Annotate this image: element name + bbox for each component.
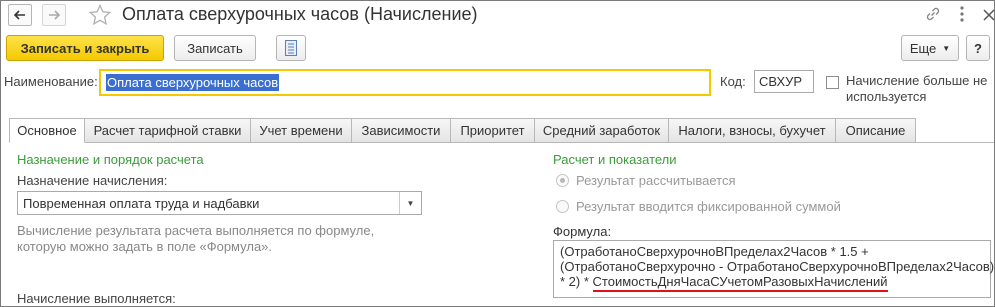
right-section-title: Расчет и показатели — [553, 152, 677, 167]
tab-dependencies[interactable]: Зависимости — [352, 118, 451, 143]
purpose-select-value: Повременная оплата труда и надбавки — [23, 195, 260, 211]
tab-average-earnings[interactable]: Средний заработок — [535, 118, 669, 143]
formula-hint: Вычисление результата расчета выполняетс… — [17, 223, 374, 255]
executes-label: Начисление выполняется: — [17, 291, 176, 306]
unused-checkbox[interactable] — [826, 76, 839, 89]
radio-computed-dot — [560, 178, 565, 183]
help-button[interactable]: ? — [966, 35, 990, 61]
code-label: Код: — [720, 74, 746, 89]
tab-description[interactable]: Описание — [836, 118, 916, 143]
formula-line2: (ОтработаноСверхурочно - ОтработаноСверх… — [560, 259, 995, 274]
favorite-star-icon[interactable] — [88, 3, 112, 30]
document-list-icon — [285, 40, 297, 56]
formula-label: Формула: — [553, 224, 612, 239]
formula-line1: (ОтработаноСверхурочноВПределах2Часов * … — [560, 244, 869, 259]
formula-line3-prefix: * 2) * — [560, 274, 593, 289]
formula-highlighted-term: СтоимостьДняЧасаСУчетомРазовыхНачислений — [592, 274, 888, 292]
close-icon[interactable] — [983, 9, 995, 24]
purpose-label: Назначение начисления: — [17, 173, 168, 188]
name-input-value: Оплата сверхурочных часов — [106, 74, 280, 91]
dropdown-arrow-icon: ▼ — [942, 43, 951, 53]
more-menu-button[interactable]: Еще ▼ — [901, 35, 959, 61]
tab-main[interactable]: Основное — [9, 118, 85, 143]
back-button[interactable] — [8, 4, 32, 26]
link-icon[interactable] — [924, 5, 942, 26]
document-button[interactable] — [276, 35, 306, 61]
tab-tariff-rate[interactable]: Расчет тарифной ставки — [85, 118, 251, 143]
arrow-right-icon — [49, 10, 60, 20]
code-input[interactable]: СВХУР — [754, 70, 814, 93]
arrow-left-icon — [14, 10, 25, 20]
name-label: Наименование: — [4, 74, 98, 89]
select-arrow-icon[interactable]: ▼ — [399, 192, 421, 214]
save-button[interactable]: Записать — [174, 35, 256, 61]
tab-taxes[interactable]: Налоги, взносы, бухучет — [669, 118, 836, 143]
tab-bar: Основное Расчет тарифной ставки Учет вре… — [9, 118, 916, 143]
more-vertical-icon[interactable] — [959, 5, 965, 26]
unused-label: Начисление больше не используется — [846, 73, 987, 105]
unused-label-line1: Начисление больше не — [846, 73, 988, 88]
radio-computed-label: Результат рассчитывается — [576, 173, 736, 188]
left-section-title: Назначение и порядок расчета — [17, 152, 204, 167]
purpose-select[interactable]: Повременная оплата труда и надбавки ▼ — [17, 191, 422, 215]
radio-fixed[interactable] — [556, 200, 569, 213]
forward-button[interactable] — [42, 4, 66, 26]
unused-label-line2: используется — [846, 89, 927, 104]
more-menu-label: Еще — [909, 40, 937, 56]
window-title: Оплата сверхурочных часов (Начисление) — [122, 4, 478, 24]
radio-fixed-label: Результат вводится фиксированной суммой — [576, 199, 841, 214]
formula-hint-line1: Вычисление результата расчета выполняетс… — [17, 223, 375, 238]
save-and-close-button[interactable]: Записать и закрыть — [6, 35, 164, 61]
formula-line3: * 2) * СтоимостьДняЧасаСУчетомРазовыхНач… — [560, 274, 990, 292]
tab-priority[interactable]: Приоритет — [451, 118, 535, 143]
formula-editor[interactable]: (ОтработаноСверхурочноВПределах2Часов * … — [553, 240, 995, 298]
formula-hint-line2: которую можно задать в поле «Формула». — [17, 239, 273, 254]
radio-computed[interactable] — [556, 174, 569, 187]
tab-time-tracking[interactable]: Учет времени — [251, 118, 352, 143]
name-input[interactable]: Оплата сверхурочных часов — [99, 69, 711, 96]
